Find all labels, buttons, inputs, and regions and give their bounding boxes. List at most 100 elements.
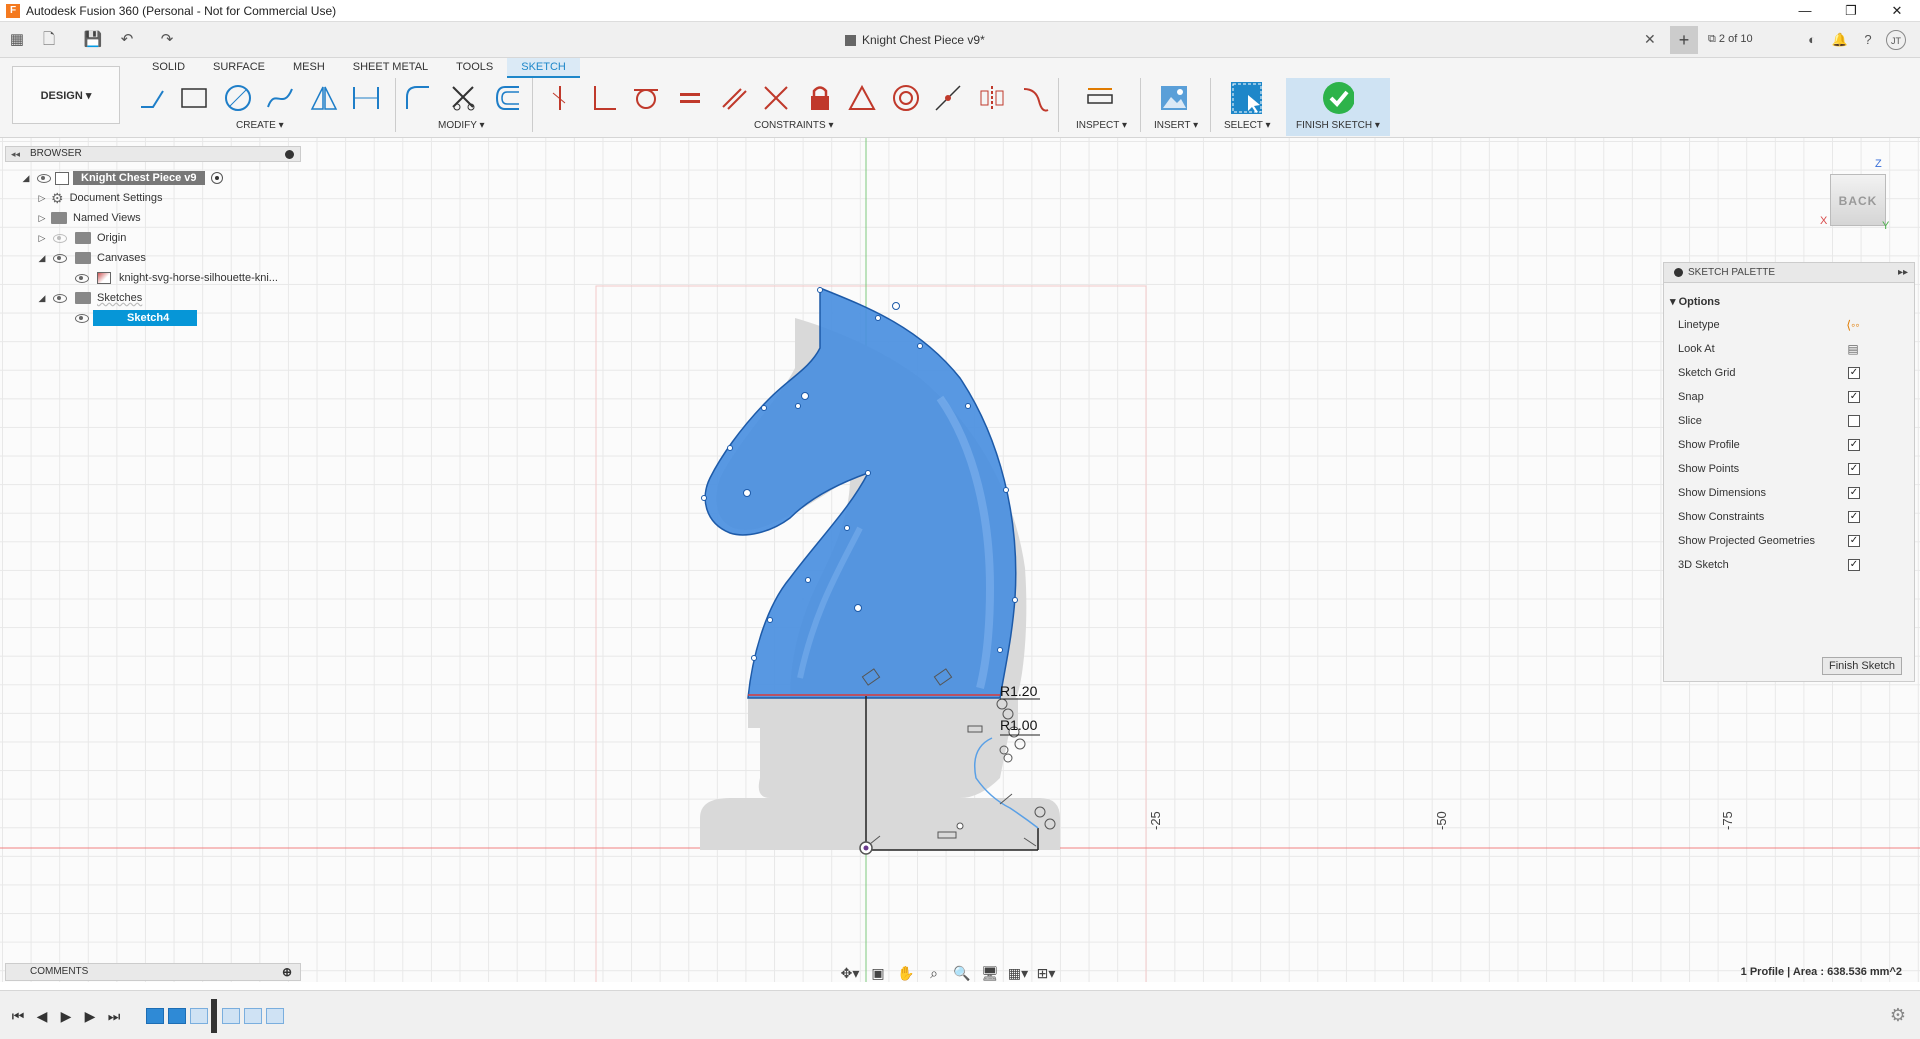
constraints-menu[interactable]: CONSTRAINTS ▾ (754, 120, 833, 131)
browser-header[interactable]: ◂◂ BROWSER (5, 146, 301, 162)
save-icon[interactable]: 💾 (82, 30, 104, 50)
sketch-grid-checkbox[interactable]: ✓ (1848, 367, 1860, 379)
midpoint-constraint-icon[interactable] (846, 82, 878, 114)
visibility-eye-hidden-icon[interactable] (53, 233, 67, 243)
tab-tools[interactable]: TOOLS (442, 58, 507, 78)
pin-icon[interactable] (1674, 268, 1683, 277)
dimension-tool-icon[interactable] (350, 82, 382, 114)
visibility-eye-icon[interactable] (53, 253, 67, 263)
browser-item-named-views[interactable]: ▷ Named Views (37, 208, 141, 228)
browser-root-item[interactable]: ◢ Knight Chest Piece v9 (21, 168, 223, 188)
expand-panel-icon[interactable]: ▸▸ (1898, 263, 1908, 283)
browser-item-sketch4[interactable]: Sketch4 (69, 308, 198, 328)
curvature-constraint-icon[interactable] (1020, 82, 1052, 114)
parallel-constraint-icon[interactable] (718, 82, 750, 114)
grid-settings-icon[interactable]: ▦▾ (1006, 963, 1030, 983)
visibility-eye-icon[interactable] (75, 313, 89, 323)
dimension-r120[interactable]: R1.20 (1000, 683, 1038, 699)
coincident-constraint-icon[interactable] (544, 82, 576, 114)
show-dimensions-checkbox[interactable]: ✓ (1848, 487, 1860, 499)
measure-ruler-icon[interactable] (1084, 82, 1116, 114)
collinear-constraint-icon[interactable] (760, 82, 792, 114)
concentric-constraint-icon[interactable] (890, 82, 922, 114)
collapse-arrow-icon[interactable]: ◢ (37, 253, 47, 264)
tab-surface[interactable]: SURFACE (199, 58, 279, 78)
visibility-eye-icon[interactable] (37, 173, 51, 183)
spline-tool-icon[interactable] (264, 82, 296, 114)
browser-item-canvases[interactable]: ◢ Canvases (37, 248, 146, 268)
workspace-switcher[interactable]: DESIGN ▾ (12, 66, 120, 124)
step-forward-icon[interactable]: ▶ (80, 1007, 100, 1025)
close-button[interactable]: ✕ (1874, 0, 1920, 22)
comments-panel[interactable]: COMMENTS ⊕ (5, 963, 301, 981)
data-panel-grid-icon[interactable]: ▦ (6, 30, 28, 50)
horizontal-vertical-constraint-icon[interactable] (932, 82, 964, 114)
timeline-feature-sketch[interactable] (190, 1008, 208, 1024)
tab-sketch[interactable]: SKETCH (507, 58, 580, 78)
go-to-start-icon[interactable]: ⏮ (8, 1007, 28, 1025)
select-menu[interactable]: SELECT ▾ (1224, 120, 1271, 131)
offset-tool-icon[interactable] (492, 82, 524, 114)
inspect-menu[interactable]: INSPECT ▾ (1076, 120, 1127, 131)
browser-item-document-settings[interactable]: ▷ ⚙ Document Settings (37, 188, 163, 208)
pin-icon[interactable] (285, 150, 294, 159)
job-status[interactable]: ⧉ 2 of 10 (1708, 33, 1753, 46)
tab-solid[interactable]: SOLID (138, 58, 199, 78)
look-at-icon[interactable]: ▣ (866, 963, 890, 983)
step-back-icon[interactable]: ◀ (32, 1007, 52, 1025)
display-settings-icon[interactable]: 🖥▾ (978, 963, 1002, 1001)
construction-linetype-icon[interactable]: ⟨◦◦ (1838, 318, 1868, 332)
timeline-feature-sketch[interactable] (244, 1008, 262, 1024)
expand-arrow-icon[interactable]: ▷ (37, 193, 47, 204)
orbit-icon[interactable]: ✥▾ (838, 963, 862, 983)
file-menu-icon[interactable]: 🗋 (38, 30, 60, 50)
fix-lock-icon[interactable] (804, 82, 836, 114)
visibility-eye-icon[interactable] (75, 273, 89, 283)
finish-sketch-menu[interactable]: FINISH SKETCH ▾ (1296, 120, 1380, 131)
collapse-arrow-icon[interactable]: ◢ (37, 293, 47, 304)
expand-arrow-icon[interactable]: ▷ (37, 213, 47, 224)
finish-sketch-checkmark-icon[interactable] (1322, 82, 1354, 114)
insert-menu[interactable]: INSERT ▾ (1154, 120, 1198, 131)
zoom-icon[interactable]: ⌕ (922, 963, 946, 983)
timeline-feature-sketch[interactable] (168, 1008, 186, 1024)
activate-radio-icon[interactable] (210, 172, 223, 184)
expand-arrow-icon[interactable]: ▷ (37, 233, 47, 244)
rectangle-tool-icon[interactable] (178, 82, 210, 114)
timeline-feature-sketch[interactable] (266, 1008, 284, 1024)
show-profile-checkbox[interactable]: ✓ (1848, 439, 1860, 451)
collapse-arrow-icon[interactable]: ◢ (21, 173, 31, 184)
extensions-icon[interactable]: ◐ (1802, 30, 1822, 50)
timeline-feature-canvas[interactable] (222, 1008, 240, 1024)
slice-checkbox[interactable] (1848, 415, 1860, 427)
collapse-panel-icon[interactable]: ◂◂ (11, 147, 20, 161)
sketch-profile-knight[interactable] (704, 286, 1017, 699)
undo-icon[interactable]: ↶ (116, 30, 138, 50)
tab-mesh[interactable]: MESH (279, 58, 339, 78)
look-at-icon[interactable]: ▤ (1838, 342, 1868, 356)
visibility-eye-icon[interactable] (53, 293, 67, 303)
trim-tool-icon[interactable] (448, 82, 480, 114)
viewports-icon[interactable]: ⊞▾ (1034, 963, 1058, 983)
browser-item-sketches[interactable]: ◢ Sketches (37, 288, 142, 308)
document-tab[interactable]: Knight Chest Piece v9* (845, 33, 985, 47)
fillet-tool-icon[interactable] (402, 82, 434, 114)
options-section[interactable]: ▾ Options (1670, 295, 1720, 308)
timeline-feature-canvas[interactable] (146, 1008, 164, 1024)
timeline-marker[interactable] (211, 999, 217, 1033)
browser-item-origin[interactable]: ▷ Origin (37, 228, 126, 248)
sketch-palette-header[interactable]: SKETCH PALETTE ▸▸ (1664, 263, 1914, 283)
show-projected-geometries-checkbox[interactable]: ✓ (1848, 535, 1860, 547)
view-cube[interactable]: BACK (1830, 174, 1886, 226)
show-constraints-checkbox[interactable]: ✓ (1848, 511, 1860, 523)
equal-constraint-icon[interactable] (674, 82, 706, 114)
redo-icon[interactable]: ↷ (156, 30, 178, 50)
add-comment-icon[interactable]: ⊕ (282, 964, 292, 980)
create-menu[interactable]: CREATE ▾ (236, 120, 284, 131)
user-avatar[interactable]: JT (1886, 30, 1906, 50)
pan-hand-icon[interactable]: ✋ (894, 963, 918, 983)
sketch-point[interactable] (956, 822, 964, 830)
close-document-icon[interactable]: ✕ (1644, 31, 1656, 48)
snap-checkbox[interactable]: ✓ (1848, 391, 1860, 403)
3d-sketch-checkbox[interactable]: ✓ (1848, 559, 1860, 571)
